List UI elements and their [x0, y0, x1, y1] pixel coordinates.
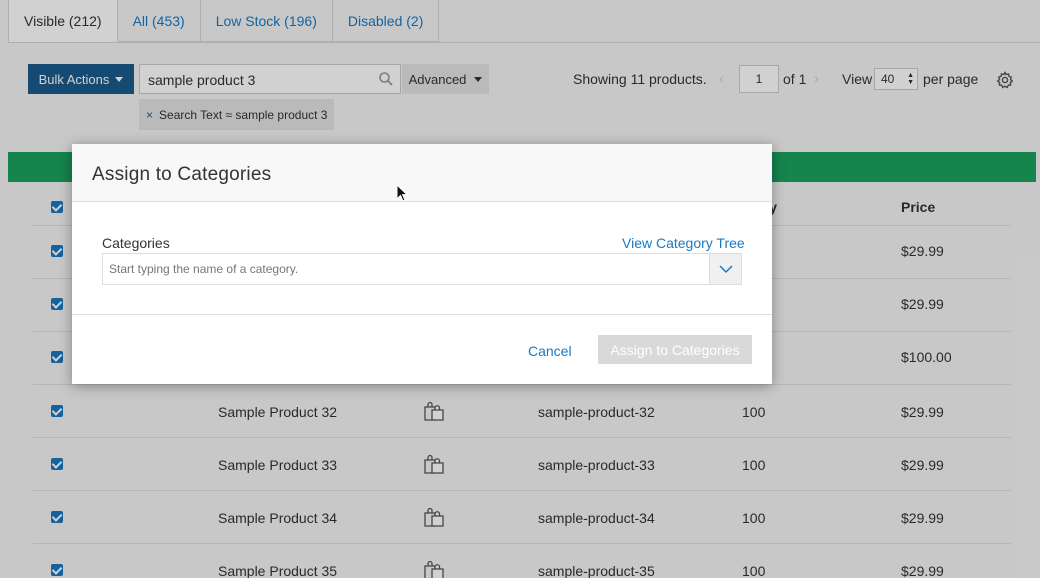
modal-title: Assign to Categories	[92, 164, 272, 185]
modal-header: Assign to Categories	[72, 144, 772, 202]
product-manager-page: Visible (212) All (453) Low Stock (196) …	[0, 0, 1040, 578]
chevron-down-icon	[719, 265, 733, 274]
categories-label: Categories	[102, 235, 170, 251]
modal-divider	[72, 314, 772, 315]
categories-input[interactable]	[102, 253, 710, 285]
categories-dropdown-toggle[interactable]	[710, 253, 742, 285]
assign-categories-modal: Assign to Categories Categories View Cat…	[72, 144, 772, 384]
view-category-tree-link[interactable]: View Category Tree	[622, 235, 745, 251]
cancel-button[interactable]: Cancel	[528, 343, 572, 359]
mouse-cursor-icon	[396, 184, 408, 202]
assign-to-categories-button[interactable]: Assign to Categories	[598, 335, 752, 364]
